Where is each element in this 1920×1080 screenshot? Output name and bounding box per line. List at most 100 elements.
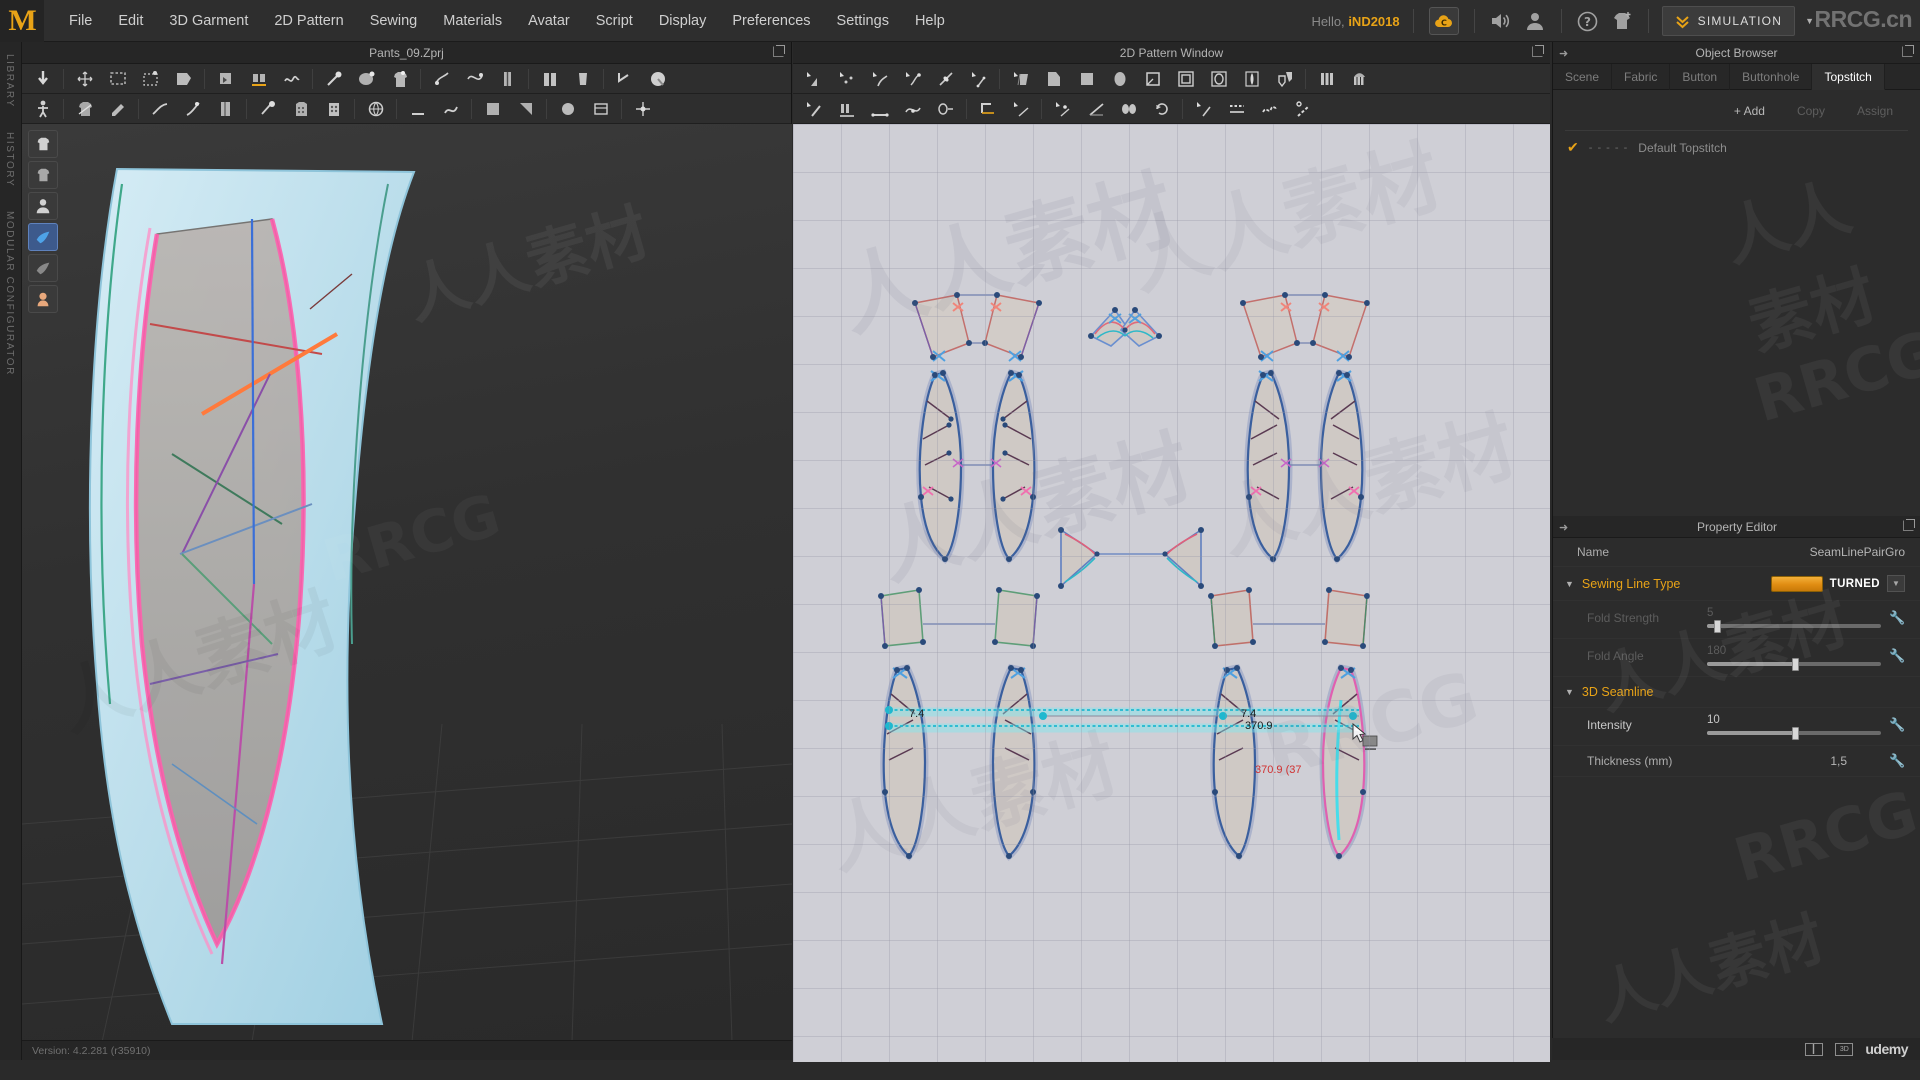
popout-icon[interactable] bbox=[1903, 519, 1915, 531]
tab-scene[interactable]: Scene bbox=[1553, 64, 1613, 90]
sew-preview-icon[interactable] bbox=[897, 95, 928, 122]
zipper-icon[interactable] bbox=[492, 65, 523, 92]
skin-view-icon[interactable] bbox=[28, 285, 58, 313]
wrench-icon[interactable]: 🔧 bbox=[1889, 717, 1905, 733]
garment-pin-icon[interactable] bbox=[384, 65, 415, 92]
fabric-corner-icon[interactable] bbox=[510, 95, 541, 122]
pattern-outline-icon[interactable] bbox=[1137, 65, 1168, 92]
inner-circle-icon[interactable] bbox=[1203, 65, 1234, 92]
user-icon[interactable] bbox=[1518, 4, 1552, 38]
menu-item-edit[interactable]: Edit bbox=[105, 0, 156, 42]
menu-item-script[interactable]: Script bbox=[583, 0, 646, 42]
global-fit-icon[interactable] bbox=[360, 95, 391, 122]
3d-scene-canvas[interactable]: 人人素材 人人素材 RRCG bbox=[22, 124, 792, 1042]
seam-allowance-icon[interactable] bbox=[972, 95, 1003, 122]
popout-icon[interactable] bbox=[1532, 45, 1544, 57]
edit-curve-point-icon[interactable] bbox=[831, 65, 862, 92]
puff-icon[interactable] bbox=[552, 95, 583, 122]
avatar-show-icon[interactable] bbox=[28, 192, 58, 220]
n-sew-icon[interactable] bbox=[831, 95, 862, 122]
fold-strength-slider[interactable] bbox=[1707, 620, 1881, 633]
button-icon[interactable] bbox=[285, 95, 316, 122]
pleat-fold-icon[interactable] bbox=[1344, 65, 1375, 92]
garment-hide-icon[interactable] bbox=[28, 161, 58, 189]
tab-fabric[interactable]: Fabric bbox=[1612, 64, 1671, 90]
segment-sew-icon[interactable] bbox=[243, 65, 274, 92]
notch-icon[interactable] bbox=[1269, 65, 1300, 92]
rotate-icon[interactable] bbox=[1146, 95, 1177, 122]
menu-item-sewing[interactable]: Sewing bbox=[357, 0, 431, 42]
tab-topstitch[interactable]: Topstitch bbox=[1812, 64, 1885, 90]
edit-curvature-icon[interactable] bbox=[864, 65, 895, 92]
panel-box-icon[interactable] bbox=[210, 95, 241, 122]
list-item[interactable]: ✔ - - - - - Default Topstitch bbox=[1553, 131, 1920, 164]
wrench-icon[interactable]: 🔧 bbox=[1889, 753, 1905, 769]
wrench-icon[interactable]: 🔧 bbox=[1889, 610, 1905, 626]
free-sew-icon[interactable] bbox=[276, 65, 307, 92]
tape-measure-icon[interactable] bbox=[609, 65, 640, 92]
property-intensity[interactable]: Intensity 10 🔧 bbox=[1553, 708, 1920, 746]
intensity-slider[interactable] bbox=[1707, 727, 1881, 740]
menu-item-settings[interactable]: Settings bbox=[824, 0, 902, 42]
internal-line-icon[interactable] bbox=[963, 65, 994, 92]
property-group-3d-seamline[interactable]: ▼ 3D Seamline bbox=[1553, 677, 1920, 708]
box-select-icon[interactable] bbox=[102, 65, 133, 92]
inner-rect-icon[interactable] bbox=[1170, 65, 1201, 92]
speaker-icon[interactable] bbox=[1484, 4, 1518, 38]
sidebar-tab-history[interactable]: HISTORY bbox=[0, 120, 19, 199]
chevron-down-icon[interactable]: ▼ bbox=[1887, 575, 1905, 592]
pin-icon[interactable] bbox=[318, 65, 349, 92]
ellipse-icon[interactable] bbox=[1104, 65, 1135, 92]
wrench-icon[interactable]: 🔧 bbox=[1889, 648, 1905, 664]
gizmo-icon[interactable] bbox=[627, 95, 658, 122]
garment-show-icon[interactable] bbox=[28, 130, 58, 158]
sidebar-tab-modular-configurator[interactable]: MODULAR CONFIGURATOR bbox=[0, 199, 19, 388]
dart-icon[interactable] bbox=[1236, 65, 1267, 92]
curve-edit-icon[interactable] bbox=[144, 95, 175, 122]
sidebar-tab-library[interactable]: LIBRARY bbox=[0, 42, 19, 120]
property-group-sewing-line-type[interactable]: ▼ Sewing Line Type TURNED ▼ bbox=[1553, 567, 1920, 601]
fabric-panel-icon[interactable] bbox=[477, 95, 508, 122]
flip-pattern-icon[interactable] bbox=[567, 65, 598, 92]
menu-item-display[interactable]: Display bbox=[646, 0, 720, 42]
menu-item-materials[interactable]: Materials bbox=[430, 0, 515, 42]
fold-angle-slider[interactable] bbox=[1707, 658, 1881, 671]
print-layout-icon[interactable] bbox=[585, 95, 616, 122]
deform-icon[interactable] bbox=[459, 65, 490, 92]
menu-item-preferences[interactable]: Preferences bbox=[719, 0, 823, 42]
grade-icon[interactable] bbox=[1005, 95, 1036, 122]
symmetric-pattern-icon[interactable] bbox=[534, 65, 565, 92]
split-view-icon[interactable] bbox=[1805, 1042, 1824, 1056]
collapse-arrow-icon[interactable]: ➜ bbox=[1559, 47, 1568, 60]
buttonhole-icon[interactable] bbox=[318, 95, 349, 122]
popout-icon[interactable] bbox=[773, 45, 785, 57]
tab-buttonhole[interactable]: Buttonhole bbox=[1730, 64, 1813, 90]
select-mesh-icon[interactable] bbox=[27, 65, 58, 92]
collapse-arrow-icon[interactable]: ➜ bbox=[1559, 521, 1568, 534]
fold-garment-icon[interactable] bbox=[426, 65, 457, 92]
view-3d-icon[interactable]: 3D bbox=[1835, 1042, 1854, 1056]
garment-pen-icon[interactable] bbox=[102, 95, 133, 122]
circumference-icon[interactable] bbox=[642, 65, 673, 92]
baste-icon[interactable] bbox=[930, 95, 961, 122]
question-mark-icon[interactable]: ? bbox=[1571, 4, 1605, 38]
tab-button[interactable]: Button bbox=[1670, 64, 1731, 90]
rectangle-icon[interactable] bbox=[1071, 65, 1102, 92]
menu-item-file[interactable]: File bbox=[56, 0, 105, 42]
slope-icon[interactable] bbox=[1080, 95, 1111, 122]
edit-pattern-icon[interactable] bbox=[798, 65, 829, 92]
sewing-line-type-value[interactable]: TURNED ▼ bbox=[1770, 575, 1905, 592]
copy-button[interactable]: Copy bbox=[1784, 100, 1838, 122]
pivot-line-icon[interactable] bbox=[1287, 95, 1318, 122]
property-fold-strength[interactable]: Fold Strength 5 🔧 bbox=[1553, 601, 1920, 639]
menu-item-avatar[interactable]: Avatar bbox=[515, 0, 583, 42]
line-tool-icon[interactable] bbox=[402, 95, 433, 122]
point-add-icon[interactable] bbox=[1047, 95, 1078, 122]
segment-select-icon[interactable] bbox=[798, 95, 829, 122]
dotted-line-icon[interactable] bbox=[1221, 95, 1252, 122]
flatten-icon[interactable] bbox=[168, 65, 199, 92]
menu-item-2d-pattern[interactable]: 2D Pattern bbox=[261, 0, 356, 42]
segment-line-icon[interactable] bbox=[864, 95, 895, 122]
measure-icon[interactable] bbox=[930, 65, 961, 92]
fold-panel-icon[interactable] bbox=[1005, 65, 1036, 92]
